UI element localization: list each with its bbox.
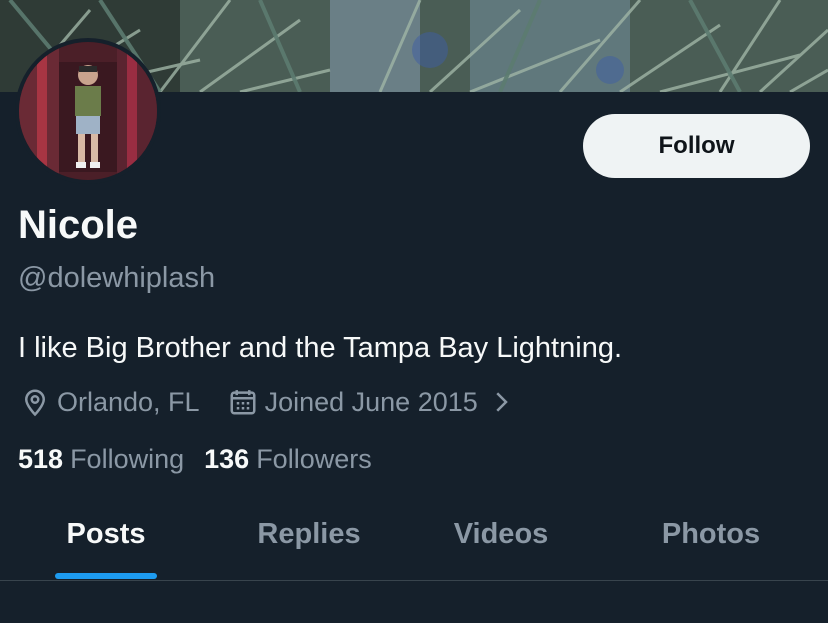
calendar-icon xyxy=(228,387,258,417)
avatar-photo xyxy=(19,42,157,180)
tab-posts[interactable]: Posts xyxy=(67,518,146,551)
tab-videos[interactable]: Videos xyxy=(454,518,549,551)
profile-meta: Orlando, FL Joined June 2015 xyxy=(20,385,516,419)
following-label: Following xyxy=(70,444,185,474)
active-tab-indicator xyxy=(55,573,157,579)
display-name: Nicole xyxy=(18,203,139,247)
user-handle: @dolewhiplash xyxy=(18,262,216,294)
location-text: Orlando, FL xyxy=(57,386,200,417)
avatar[interactable] xyxy=(15,38,161,184)
following-link[interactable]: 518 Following xyxy=(18,444,184,475)
joined-item[interactable]: Joined June 2015 xyxy=(228,387,516,418)
followers-link[interactable]: 136 Followers xyxy=(204,444,372,475)
followers-label: Followers xyxy=(256,444,372,474)
person-photo-image xyxy=(19,42,157,180)
bio-text: I like Big Brother and the Tampa Bay Lig… xyxy=(18,332,623,364)
followers-count: 136 xyxy=(204,444,250,474)
follow-stats: 518 Following 136 Followers xyxy=(18,444,372,475)
joined-text: Joined June 2015 xyxy=(264,386,478,417)
location-pin-icon xyxy=(20,387,50,417)
location-item: Orlando, FL xyxy=(20,387,200,418)
chevron-right-icon[interactable] xyxy=(486,387,516,417)
tab-replies[interactable]: Replies xyxy=(257,518,360,551)
following-count: 518 xyxy=(18,444,64,474)
tab-photos[interactable]: Photos xyxy=(662,518,760,551)
follow-button[interactable]: Follow xyxy=(583,114,810,178)
profile-tabs: Posts Replies Videos Photos xyxy=(0,500,828,581)
